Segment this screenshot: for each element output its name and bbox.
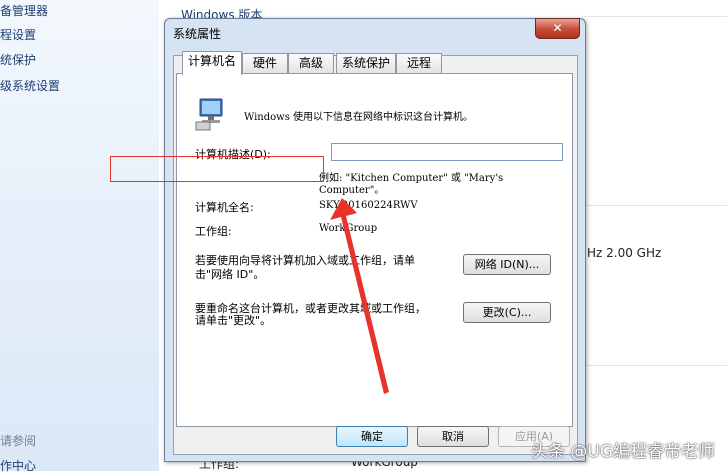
annotation-arrow: [330, 198, 389, 394]
watermark-text: 头条 @UG编程睿帝老师: [530, 442, 715, 462]
tab-computer-name[interactable]: 计算机名: [182, 51, 242, 75]
